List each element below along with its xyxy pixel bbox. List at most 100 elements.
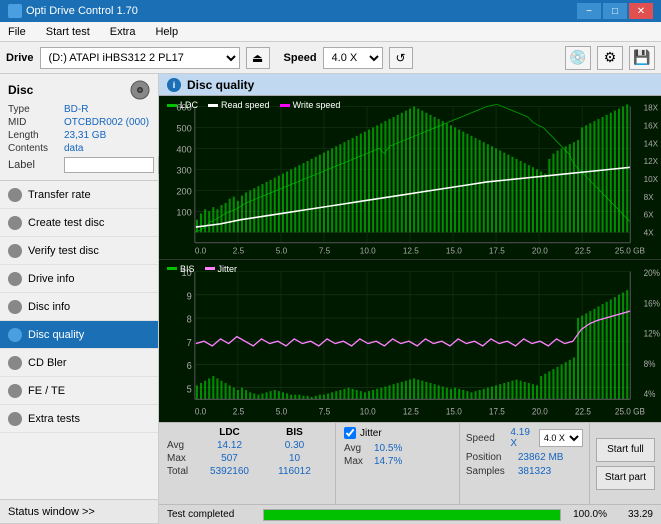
speed-select[interactable]: 4.0 X — [323, 47, 383, 69]
max-jitter-val: 14.7% — [374, 456, 402, 467]
settings-button[interactable]: ⚙ — [597, 46, 623, 70]
progress-value: 33.29 — [613, 509, 653, 520]
top-legend: LDC Read speed Write speed — [167, 100, 340, 110]
sidebar-item-cd-bler[interactable]: CD Bler — [0, 349, 158, 377]
app-icon — [8, 4, 22, 18]
jitter-check-label: Jitter — [360, 428, 382, 439]
svg-text:6: 6 — [187, 360, 193, 372]
mid-value: OTCBDR002 (000) — [64, 117, 149, 128]
disc-info-icon — [8, 300, 22, 314]
speed-pos-column: Speed 4.19 X 4.0 X Position 23862 MB Sam… — [459, 423, 589, 504]
start-full-button[interactable]: Start full — [596, 438, 655, 462]
menu-file[interactable]: File — [4, 24, 30, 40]
sidebar-item-fe-te[interactable]: FE / TE — [0, 377, 158, 405]
svg-text:7: 7 — [187, 337, 192, 349]
svg-text:0.0: 0.0 — [195, 405, 207, 416]
svg-text:4X: 4X — [644, 227, 654, 237]
svg-text:6X: 6X — [644, 210, 654, 220]
drive-info-label: Drive info — [28, 273, 74, 285]
svg-text:10.0: 10.0 — [360, 245, 376, 255]
bottom-legend: BIS Jitter — [167, 264, 237, 274]
start-part-button[interactable]: Start part — [596, 466, 655, 490]
status-window-button[interactable]: Status window >> — [0, 500, 158, 524]
contents-value: data — [64, 143, 83, 154]
avg-ldc: 14.12 — [197, 440, 262, 451]
sidebar-item-drive-info[interactable]: Drive info — [0, 265, 158, 293]
svg-text:16X: 16X — [644, 120, 659, 130]
title-bar: Opti Drive Control 1.70 − □ ✕ — [0, 0, 661, 22]
drive-bar: Drive (D:) ATAPI iHBS312 2 PL17 ⏏ Speed … — [0, 42, 661, 74]
position-value: 23862 MB — [518, 452, 564, 463]
progress-percent: 100.0% — [567, 509, 607, 520]
read-speed-color — [208, 104, 218, 107]
save-button[interactable]: 💾 — [629, 46, 655, 70]
sidebar-bottom: Status window >> — [0, 499, 158, 524]
disc-button[interactable]: 💿 — [565, 46, 591, 70]
drive-label: Drive — [6, 52, 34, 64]
length-value: 23,31 GB — [64, 130, 106, 141]
svg-text:12%: 12% — [644, 328, 661, 339]
maximize-button[interactable]: □ — [603, 3, 627, 19]
drive-select[interactable]: (D:) ATAPI iHBS312 2 PL17 — [40, 47, 240, 69]
avg-label: Avg — [167, 440, 197, 451]
close-button[interactable]: ✕ — [629, 3, 653, 19]
minimize-button[interactable]: − — [577, 3, 601, 19]
label-input[interactable] — [64, 157, 154, 173]
jitter-checkbox[interactable] — [344, 427, 356, 439]
max-jitter-label: Max — [344, 456, 374, 467]
sidebar: Disc Type BD-R MID OTCBDR002 (000) Lengt… — [0, 74, 159, 524]
sidebar-item-disc-info[interactable]: Disc info — [0, 293, 158, 321]
svg-text:4%: 4% — [644, 388, 656, 399]
speed-row: Speed 4.19 X 4.0 X — [466, 427, 583, 449]
bis-color — [167, 267, 177, 270]
svg-text:300: 300 — [176, 165, 191, 175]
transfer-rate-icon — [8, 188, 22, 202]
stats-headers: LDC BIS — [167, 427, 327, 438]
svg-text:10.0: 10.0 — [360, 405, 376, 416]
extra-tests-icon — [8, 412, 22, 426]
sidebar-item-create-test-disc[interactable]: Create test disc — [0, 209, 158, 237]
sidebar-item-extra-tests[interactable]: Extra tests — [0, 405, 158, 433]
create-test-disc-icon — [8, 216, 22, 230]
legend-read-speed: Read speed — [208, 100, 270, 110]
menu-extra[interactable]: Extra — [106, 24, 140, 40]
svg-text:400: 400 — [176, 145, 191, 155]
svg-text:5.0: 5.0 — [276, 245, 288, 255]
svg-text:17.5: 17.5 — [489, 245, 505, 255]
bis-label: BIS — [180, 264, 195, 274]
menu-help[interactable]: Help — [151, 24, 182, 40]
svg-text:8X: 8X — [644, 192, 654, 202]
total-row: Total 5392160 116012 — [167, 466, 327, 477]
svg-text:22.5: 22.5 — [575, 245, 591, 255]
disc-quality-icon — [8, 328, 22, 342]
nav-items: Transfer rate Create test disc Verify te… — [0, 181, 158, 499]
disc-quality-title: Disc quality — [187, 78, 254, 92]
max-row: Max 507 10 — [167, 453, 327, 464]
svg-text:22.5: 22.5 — [575, 405, 591, 416]
sidebar-item-transfer-rate[interactable]: Transfer rate — [0, 181, 158, 209]
speed-stat-select[interactable]: 4.0 X — [539, 429, 583, 447]
total-label: Total — [167, 466, 197, 477]
svg-text:25.0 GB: 25.0 GB — [615, 405, 645, 416]
position-label: Position — [466, 452, 514, 463]
window-controls: − □ ✕ — [577, 3, 653, 19]
sidebar-item-disc-quality[interactable]: Disc quality — [0, 321, 158, 349]
sidebar-item-verify-test-disc[interactable]: Verify test disc — [0, 237, 158, 265]
svg-text:9: 9 — [187, 290, 193, 302]
svg-text:5: 5 — [187, 383, 193, 395]
samples-value: 381323 — [518, 466, 551, 477]
svg-text:100: 100 — [176, 207, 191, 217]
menu-start-test[interactable]: Start test — [42, 24, 94, 40]
eject-button[interactable]: ⏏ — [246, 47, 270, 69]
svg-text:2.5: 2.5 — [233, 405, 245, 416]
max-label: Max — [167, 453, 197, 464]
action-buttons: Start full Start part — [589, 423, 661, 504]
top-chart-svg: 600 500 400 300 200 100 0.0 2.5 5.0 7.5 … — [159, 96, 661, 259]
legend-write-speed: Write speed — [280, 100, 341, 110]
avg-row: Avg 14.12 0.30 — [167, 440, 327, 451]
refresh-button[interactable]: ↺ — [389, 47, 413, 69]
title-bar-content: Opti Drive Control 1.70 — [8, 4, 138, 18]
bis-header: BIS — [262, 427, 327, 438]
read-speed-label: Read speed — [221, 100, 270, 110]
avg-jitter-row: Avg 10.5% — [344, 443, 451, 454]
